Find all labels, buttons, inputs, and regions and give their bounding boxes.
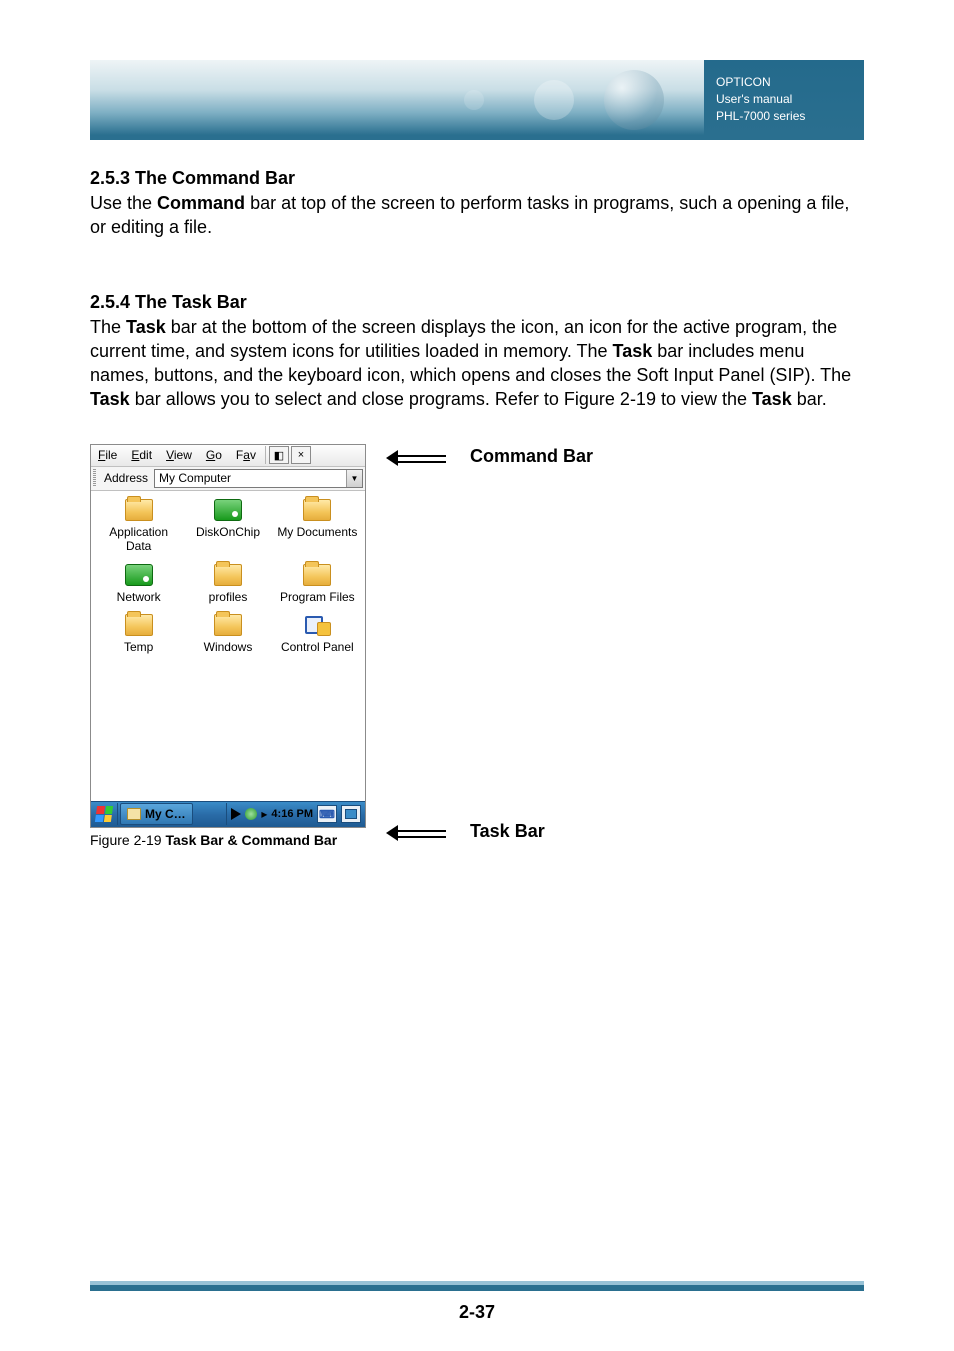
- paragraph-task-bar: The Task bar at the bottom of the screen…: [90, 315, 864, 412]
- item-application-data[interactable]: Application Data: [97, 499, 180, 554]
- menu-separator: [265, 446, 266, 464]
- header-line2: User's manual: [716, 91, 852, 108]
- windows-flag-icon: [95, 806, 113, 822]
- header-brand: OPTICON: [716, 74, 852, 91]
- folder-icon: [214, 564, 242, 586]
- item-profiles[interactable]: profiles: [186, 564, 269, 604]
- item-label: DiskOnChip: [196, 525, 260, 539]
- folder-icon: [303, 564, 331, 586]
- taskbar-active-app[interactable]: My C…: [120, 803, 193, 825]
- item-label: Control Panel: [281, 640, 354, 654]
- menu-fav[interactable]: Fav: [229, 445, 263, 465]
- drive-icon: [214, 499, 242, 521]
- callout-task-bar: Task Bar: [386, 821, 593, 842]
- taskbar-separator: [117, 803, 118, 825]
- item-label: profiles: [209, 590, 248, 604]
- system-tray: ▸ 4:16 PM ⌨: [226, 803, 363, 825]
- item-label: Program Files: [280, 590, 355, 604]
- taskbar-active-label: My C…: [145, 807, 186, 821]
- item-my-documents[interactable]: My Documents: [276, 499, 359, 554]
- item-label: Windows: [204, 640, 253, 654]
- start-button[interactable]: [93, 803, 115, 825]
- drive-icon: [125, 564, 153, 586]
- item-label: Temp: [124, 640, 153, 654]
- arrow-left-icon: [386, 450, 446, 466]
- header-banner: OPTICON User's manual PHL-7000 series: [90, 60, 864, 140]
- address-dropdown-icon[interactable]: ▼: [346, 470, 362, 487]
- folder-icon: [125, 499, 153, 521]
- window-icon[interactable]: ◧: [269, 446, 289, 464]
- tray-separator: [226, 803, 227, 825]
- app-mini-icon: [127, 808, 141, 820]
- address-gripper[interactable]: [93, 469, 96, 487]
- header-graphic: [90, 60, 704, 135]
- address-value: My Computer: [155, 471, 346, 485]
- close-button[interactable]: ×: [291, 446, 311, 464]
- folder-icon: [125, 614, 153, 636]
- callout-command-bar-label: Command Bar: [470, 446, 593, 467]
- sip-keyboard-button[interactable]: ⌨: [317, 805, 337, 823]
- menu-go[interactable]: Go: [199, 445, 229, 465]
- item-windows[interactable]: Windows: [186, 614, 269, 654]
- heading-task-bar: 2.5.4 The Task Bar: [90, 292, 864, 313]
- control-panel-icon: [303, 614, 331, 636]
- folder-icon: [303, 499, 331, 521]
- address-label: Address: [100, 471, 152, 485]
- device-screenshot: File Edit View Go Fav ◧ × Address My Com…: [90, 444, 366, 828]
- menu-edit[interactable]: Edit: [124, 445, 159, 465]
- item-program-files[interactable]: Program Files: [276, 564, 359, 604]
- header-text: OPTICON User's manual PHL-7000 series: [704, 60, 864, 135]
- command-bar[interactable]: File Edit View Go Fav ◧ ×: [91, 445, 365, 467]
- callout-task-bar-label: Task Bar: [470, 821, 545, 842]
- item-network[interactable]: Network: [97, 564, 180, 604]
- arrow-left-icon: [386, 825, 446, 841]
- item-temp[interactable]: Temp: [97, 614, 180, 654]
- address-bar: Address My Computer ▼: [91, 467, 365, 491]
- heading-command-bar: 2.5.3 The Command Bar: [90, 168, 864, 189]
- task-bar[interactable]: My C… ▸ 4:16 PM ⌨: [91, 801, 365, 827]
- address-combobox[interactable]: My Computer ▼: [154, 469, 363, 488]
- header-line3: PHL-7000 series: [716, 108, 852, 125]
- menu-view[interactable]: View: [159, 445, 199, 465]
- figure-2-19: File Edit View Go Fav ◧ × Address My Com…: [90, 444, 864, 848]
- item-diskonchip[interactable]: DiskOnChip: [186, 499, 269, 554]
- paragraph-command-bar: Use the Command bar at top of the screen…: [90, 191, 864, 240]
- page-number: 2-37: [0, 1302, 954, 1323]
- taskbar-clock[interactable]: 4:16 PM: [271, 808, 313, 820]
- figure-caption: Figure 2-19 Task Bar & Command Bar: [90, 832, 366, 848]
- show-desktop-button[interactable]: [341, 805, 361, 823]
- tray-status-icon[interactable]: [245, 808, 257, 820]
- item-label: My Documents: [277, 525, 357, 539]
- item-control-panel[interactable]: Control Panel: [276, 614, 359, 654]
- item-label: Application Data: [97, 525, 180, 554]
- footer-rule: [90, 1281, 864, 1291]
- menu-file[interactable]: File: [91, 445, 124, 465]
- folder-icon: [214, 614, 242, 636]
- volume-icon[interactable]: [231, 808, 241, 820]
- folder-grid: Application Data DiskOnChip My Documents…: [91, 491, 365, 801]
- callout-command-bar: Command Bar: [386, 446, 593, 467]
- item-label: Network: [117, 590, 161, 604]
